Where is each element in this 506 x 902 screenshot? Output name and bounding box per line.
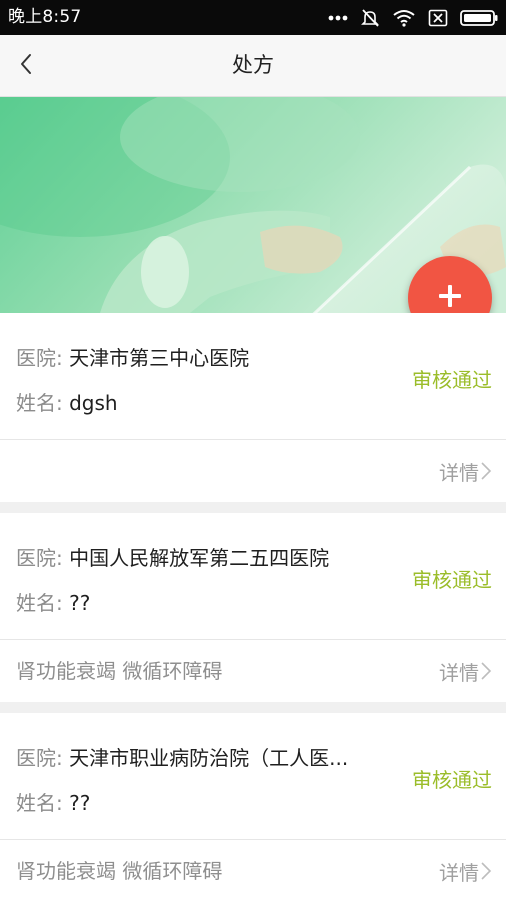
- status-time: 晚上8:57: [8, 7, 82, 27]
- patient-name-label: 姓名:: [16, 391, 63, 415]
- hospital-row: 医院: 天津市职业病防治院（工人医...: [16, 742, 348, 771]
- diagnosis-text: 肾功能衰竭 微循环障碍: [16, 859, 223, 883]
- detail-label: 详情: [439, 860, 479, 885]
- patient-name-row: 姓名: ??: [16, 587, 90, 616]
- hospital-name: 中国人民解放军第二五四医院: [69, 546, 330, 570]
- prescription-card[interactable]: 医院: 天津市职业病防治院（工人医... 姓名: ?? 审核通过 肾功能衰竭 微…: [0, 713, 506, 902]
- hospital-row: 医院: 天津市第三中心医院: [16, 342, 249, 371]
- patient-name: ??: [69, 791, 91, 815]
- hospital-name: 天津市职业病防治院（工人医...: [69, 746, 349, 770]
- prescription-card[interactable]: 医院: 天津市第三中心医院 姓名: dgsh 审核通过 详情: [0, 313, 506, 502]
- patient-name-row: 姓名: dgsh: [16, 387, 118, 416]
- battery-icon: [460, 9, 498, 27]
- app-bar: 处方: [0, 35, 506, 97]
- diagnosis-text: 肾功能衰竭 微循环障碍: [16, 659, 223, 683]
- page-title: 处方: [232, 53, 274, 77]
- status-badge: 审核通过: [412, 768, 492, 792]
- hospital-label: 医院:: [16, 746, 63, 770]
- patient-name: ??: [69, 591, 91, 615]
- detail-link[interactable]: 详情: [439, 640, 492, 702]
- mute-bell-icon: [360, 8, 380, 28]
- list-divider: [0, 502, 506, 513]
- no-sim-icon: [428, 9, 448, 27]
- card-info: 医院: 天津市职业病防治院（工人医... 姓名: ?? 审核通过: [0, 713, 506, 840]
- list-divider: [0, 702, 506, 713]
- hospital-name: 天津市第三中心医院: [69, 346, 250, 370]
- chevron-right-icon: [481, 462, 492, 480]
- card-info: 医院: 天津市第三中心医院 姓名: dgsh 审核通过: [0, 313, 506, 440]
- status-badge: 审核通过: [412, 568, 492, 592]
- more-dots-icon: [328, 15, 348, 21]
- hospital-label: 医院:: [16, 546, 63, 570]
- detail-link[interactable]: 详情: [439, 440, 492, 502]
- prescription-card[interactable]: 医院: 中国人民解放军第二五四医院 姓名: ?? 审核通过 肾功能衰竭 微循环障…: [0, 513, 506, 702]
- card-footer: 肾功能衰竭 微循环障碍 详情: [0, 840, 506, 902]
- detail-label: 详情: [439, 460, 479, 485]
- detail-link[interactable]: 详情: [439, 840, 492, 902]
- wifi-icon: [392, 9, 416, 27]
- hospital-label: 医院:: [16, 346, 63, 370]
- hospital-row: 医院: 中国人民解放军第二五四医院: [16, 542, 329, 571]
- patient-name-label: 姓名:: [16, 791, 63, 815]
- detail-label: 详情: [439, 660, 479, 685]
- chevron-right-icon: [481, 662, 492, 680]
- card-footer: 详情: [0, 440, 506, 502]
- card-info: 医院: 中国人民解放军第二五四医院 姓名: ?? 审核通过: [0, 513, 506, 640]
- status-badge: 审核通过: [412, 368, 492, 392]
- patient-name-label: 姓名:: [16, 591, 63, 615]
- patient-name-row: 姓名: ??: [16, 787, 90, 816]
- chevron-right-icon: [481, 862, 492, 880]
- status-bar: 晚上8:57: [0, 0, 506, 35]
- card-footer: 肾功能衰竭 微循环障碍 详情: [0, 640, 506, 702]
- plus-icon: [437, 283, 463, 313]
- patient-name: dgsh: [69, 391, 118, 415]
- status-icons: [328, 0, 498, 35]
